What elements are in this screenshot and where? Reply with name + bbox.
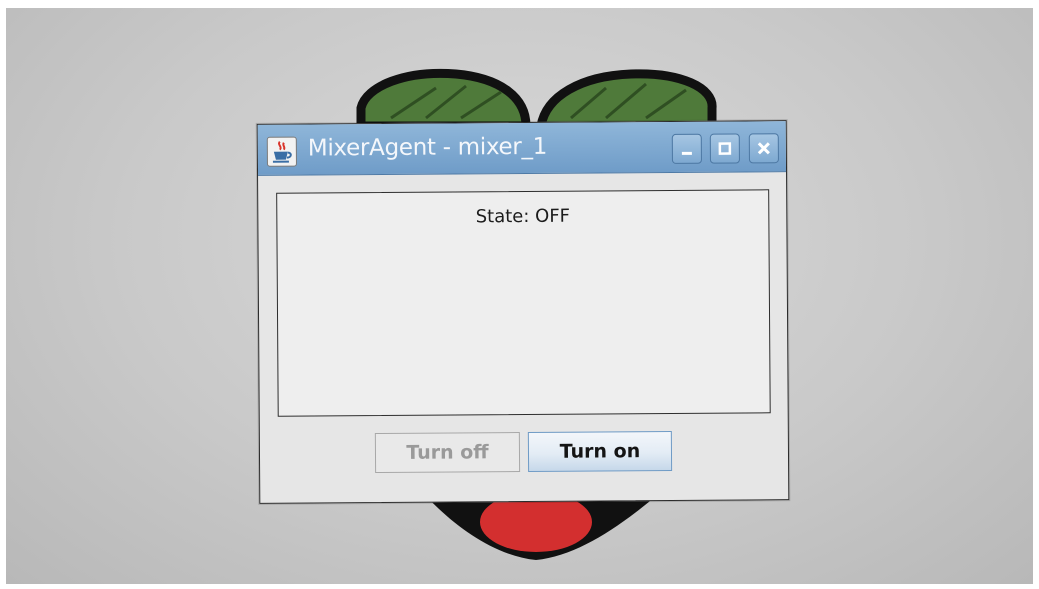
java-coffee-cup-icon <box>266 136 297 167</box>
window-title: MixerAgent - mixer_1 <box>307 133 548 162</box>
turn-off-button[interactable]: Turn off <box>374 432 521 474</box>
maximize-icon <box>718 142 732 155</box>
title-bar[interactable]: MixerAgent - mixer_1 <box>257 121 787 176</box>
state-panel: State: OFF <box>276 189 771 417</box>
close-button[interactable] <box>748 133 779 164</box>
state-label: State: OFF <box>475 205 571 228</box>
minimize-button[interactable] <box>671 133 702 164</box>
turn-on-button[interactable]: Turn on <box>527 430 673 472</box>
minimize-icon <box>681 151 692 155</box>
desktop: MixerAgent - mixer_1 State: OFF Turn off <box>6 8 1033 584</box>
close-icon <box>757 142 770 155</box>
app-window: MixerAgent - mixer_1 State: OFF Turn off <box>256 120 790 504</box>
maximize-button[interactable] <box>709 133 740 164</box>
